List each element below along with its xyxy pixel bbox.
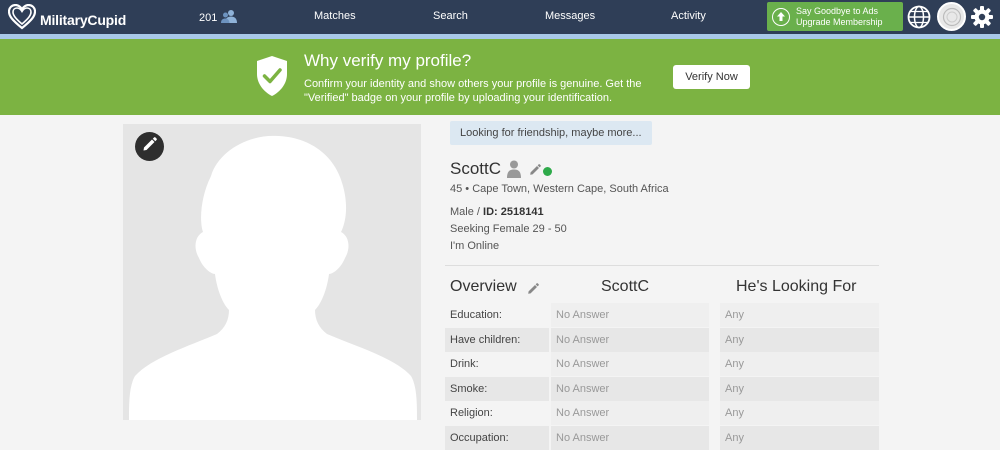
table-row: Have children: No Answer Any: [445, 328, 879, 352]
shield-check-icon: [256, 55, 288, 102]
profile-online-status: I'm Online: [450, 240, 500, 252]
overview-column-user: ScottC: [601, 278, 650, 295]
row-looking: Any: [720, 401, 879, 425]
edit-photo-button[interactable]: [135, 132, 164, 161]
row-value: No Answer: [551, 328, 709, 352]
edit-overview-pencil-icon[interactable]: [527, 282, 539, 300]
table-row: Occupation: No Answer Any: [445, 426, 879, 450]
nav-matches[interactable]: Matches: [314, 10, 356, 22]
row-label: Occupation:: [445, 426, 549, 450]
row-looking: Any: [720, 328, 879, 352]
section-divider: [445, 265, 879, 266]
row-value: No Answer: [551, 377, 709, 401]
table-row: Education: No Answer Any: [445, 303, 879, 327]
globe-icon[interactable]: [907, 5, 931, 34]
upgrade-line-1: Say Goodbye to Ads: [796, 5, 879, 16]
online-count[interactable]: 201: [199, 9, 238, 26]
profile-photo[interactable]: [123, 124, 421, 420]
profile-seeking: Seeking Female 29 - 50: [450, 223, 567, 235]
row-value: No Answer: [551, 401, 709, 425]
overview-column-looking-for: He's Looking For: [736, 278, 857, 295]
nav-search[interactable]: Search: [433, 10, 468, 22]
nav-activity[interactable]: Activity: [671, 10, 706, 22]
nav-messages[interactable]: Messages: [545, 10, 595, 22]
verify-banner: Why verify my profile? Confirm your iden…: [0, 39, 1000, 115]
edit-username-pencil-icon[interactable]: [529, 163, 541, 181]
pencil-icon: [142, 136, 157, 157]
row-label: Education:: [445, 303, 549, 327]
upgrade-button[interactable]: Say Goodbye to Ads Upgrade Membership: [767, 2, 903, 31]
row-value: No Answer: [551, 352, 709, 376]
row-label: Smoke:: [445, 377, 549, 401]
profile-gender: Male /: [450, 206, 484, 218]
row-looking: Any: [720, 352, 879, 376]
logo-text: MilitaryCupid: [40, 11, 127, 28]
top-nav: MilitaryCupid 201 Matches Search Message…: [0, 0, 1000, 34]
profile-id: ID: 2518141: [483, 206, 544, 218]
gear-icon[interactable]: [970, 5, 994, 34]
upgrade-line-2: Upgrade Membership: [796, 16, 883, 27]
avatar[interactable]: [937, 2, 966, 31]
row-looking: Any: [720, 426, 879, 450]
row-looking: Any: [720, 377, 879, 401]
row-value: No Answer: [551, 426, 709, 450]
silhouette-placeholder: [129, 135, 417, 420]
person-icon: [507, 160, 521, 183]
online-count-value: 201: [199, 11, 218, 24]
online-status-dot: [543, 167, 552, 176]
row-label: Religion:: [445, 401, 549, 425]
table-row: Drink: No Answer Any: [445, 352, 879, 376]
arrow-up-circle-icon: [772, 7, 790, 26]
row-looking: Any: [720, 303, 879, 327]
verify-now-button[interactable]: Verify Now: [673, 65, 750, 89]
profile-tagline: Looking for friendship, maybe more...: [450, 121, 652, 145]
logo[interactable]: MilitaryCupid: [7, 3, 127, 35]
users-icon: [220, 9, 238, 26]
table-row: Smoke: No Answer Any: [445, 377, 879, 401]
table-row: Religion: No Answer Any: [445, 401, 879, 425]
row-value: No Answer: [551, 303, 709, 327]
overview-title: Overview: [450, 278, 517, 295]
row-label: Drink:: [445, 352, 549, 376]
username-icons: [507, 160, 552, 183]
profile-gender-id: Male / ID: 2518141: [450, 206, 544, 218]
profile-username: ScottC: [450, 159, 502, 178]
verify-description: Confirm your identity and show others yo…: [304, 78, 642, 104]
row-label: Have children:: [445, 328, 549, 352]
verify-title: Why verify my profile?: [304, 51, 472, 70]
upgrade-text: Say Goodbye to Ads Upgrade Membership: [796, 6, 883, 28]
heart-logo-icon: [7, 3, 37, 35]
profile-location: 45 • Cape Town, Western Cape, South Afri…: [450, 183, 669, 195]
